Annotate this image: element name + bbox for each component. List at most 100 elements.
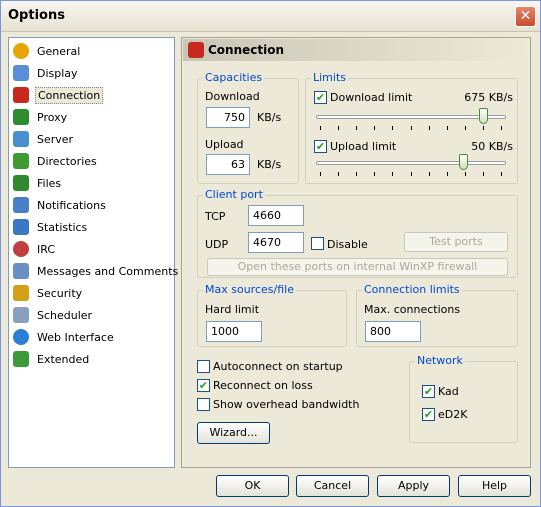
sidebar-item-label: Notifications (37, 198, 106, 212)
statistics-icon (13, 219, 29, 235)
tcp-port-input[interactable]: 4660 (248, 205, 304, 226)
lock-icon (13, 285, 29, 301)
download-limit-checkbox[interactable]: ✔ (314, 91, 327, 104)
network-legend: Network (415, 354, 465, 367)
sidebar-item-label: Statistics (37, 220, 88, 234)
folder-icon (13, 153, 29, 169)
sidebar-item-proxy[interactable]: Proxy (13, 107, 163, 127)
slider-tick (356, 126, 358, 130)
sidebar-item-general[interactable]: General (13, 41, 163, 61)
irc-icon (13, 241, 29, 257)
download-limit-slider[interactable] (479, 108, 489, 124)
autoconnect-checkbox[interactable] (197, 360, 210, 373)
wizard-button[interactable]: Wizard... (197, 422, 270, 444)
sidebar-item-label: Proxy (37, 110, 68, 124)
sidebar-item-server[interactable]: Server (13, 129, 163, 149)
download-capacity-input[interactable]: 750 (206, 107, 250, 128)
apply-button[interactable]: Apply (377, 475, 450, 497)
slider-tick (446, 126, 448, 130)
upload-capacity-input[interactable]: 63 (206, 154, 250, 175)
sidebar-item-label: General (37, 44, 81, 58)
download-limit-label: Download limit (330, 91, 413, 104)
files-icon (13, 175, 29, 191)
upload-limit-checkbox[interactable]: ✔ (314, 140, 327, 153)
upload-limit-track (316, 161, 506, 165)
overhead-checkbox[interactable] (197, 398, 210, 411)
help-button[interactable]: Help (458, 475, 531, 497)
download-limit-value: 675 KB/s (464, 91, 513, 104)
ok-button[interactable]: OK (216, 475, 289, 497)
max-connections-input[interactable]: 800 (365, 321, 421, 342)
slider-tick (392, 126, 394, 130)
download-limit-track (316, 115, 506, 119)
limits-group: Limits ✔ Download limit 675 KB/s ✔ Uploa… (305, 71, 518, 184)
sidebar-item-scheduler[interactable]: Scheduler (13, 305, 163, 325)
slider-tick (428, 126, 430, 130)
slider-tick (446, 172, 448, 176)
ed2k-label: eD2K (438, 408, 468, 421)
udp-label: UDP (205, 238, 229, 251)
udp-port-input[interactable]: 4670 (248, 232, 304, 253)
upload-limit-slider[interactable] (458, 154, 468, 170)
download-capacity-unit: KB/s (257, 111, 282, 124)
sidebar-item-extended[interactable]: Extended (13, 349, 163, 369)
slider-tick (482, 126, 484, 130)
slider-tick (482, 172, 484, 176)
autoconnect-label: Autoconnect on startup (213, 360, 343, 373)
sidebar-item-files[interactable]: Files (13, 173, 163, 193)
options-sidebar: General Display Connection Proxy Server … (8, 37, 178, 468)
sidebar-item-web-interface[interactable]: Web Interface (13, 327, 163, 347)
slider-tick (320, 126, 321, 130)
hard-limit-label: Hard limit (205, 303, 260, 316)
slider-tick (374, 126, 376, 130)
window-title: Options (8, 8, 65, 23)
sidebar-item-label: Security (37, 286, 83, 300)
sidebar-item-statistics[interactable]: Statistics (13, 217, 163, 237)
slider-tick (320, 172, 321, 176)
disable-udp-checkbox[interactable] (311, 237, 324, 250)
slider-tick (464, 172, 466, 176)
capacities-group: Capacities Download 750 KB/s Upload 63 K… (197, 71, 299, 184)
sidebar-item-connection[interactable]: Connection (13, 85, 163, 105)
sidebar-item-irc[interactable]: IRC (13, 239, 163, 259)
max-connections-label: Max. connections (364, 303, 461, 316)
notifications-icon (13, 197, 29, 213)
sidebar-item-label: Display (37, 66, 78, 80)
extended-icon (13, 351, 29, 367)
kad-label: Kad (438, 385, 459, 398)
test-ports-button[interactable]: Test ports (404, 232, 508, 252)
sidebar-item-label: Files (37, 176, 62, 190)
ed2k-checkbox[interactable]: ✔ (422, 408, 435, 421)
open-firewall-ports-button[interactable]: Open these ports on internal WinXP firew… (207, 258, 508, 276)
sidebar-item-directories[interactable]: Directories (13, 151, 163, 171)
cancel-button[interactable]: Cancel (296, 475, 369, 497)
upload-capacity-unit: KB/s (257, 158, 282, 171)
download-capacity-label: Download (205, 90, 260, 103)
slider-tick (392, 172, 394, 176)
sidebar-item-security[interactable]: Security (13, 283, 163, 303)
hard-limit-input[interactable]: 1000 (206, 321, 262, 342)
sidebar-item-label: IRC (37, 242, 56, 256)
slider-tick (410, 172, 412, 176)
connection-limits-legend: Connection limits (362, 283, 462, 296)
sidebar-item-label: Directories (37, 154, 97, 168)
connection-icon (188, 42, 204, 58)
connection-limits-group: Connection limits Max. connections 800 (356, 283, 518, 347)
sidebar-item-messages[interactable]: Messages and Comments (13, 261, 178, 281)
sidebar-item-display[interactable]: Display (13, 63, 163, 83)
kad-checkbox[interactable]: ✔ (422, 385, 435, 398)
reconnect-checkbox[interactable]: ✔ (197, 379, 210, 392)
close-button[interactable]: ✕ (515, 6, 536, 27)
slider-tick (464, 126, 466, 130)
client-port-legend: Client port (203, 188, 265, 201)
slider-tick (501, 126, 502, 130)
slider-tick (338, 172, 340, 176)
slider-tick (501, 172, 502, 176)
limits-legend: Limits (311, 71, 348, 84)
upload-limit-label: Upload limit (330, 140, 397, 153)
upload-limit-value: 50 KB/s (471, 140, 513, 153)
options-window: Options ✕ General Display Connection Pro… (0, 0, 541, 507)
sidebar-item-notifications[interactable]: Notifications (13, 195, 163, 215)
sidebar-item-label: Web Interface (37, 330, 114, 344)
display-icon (13, 65, 29, 81)
